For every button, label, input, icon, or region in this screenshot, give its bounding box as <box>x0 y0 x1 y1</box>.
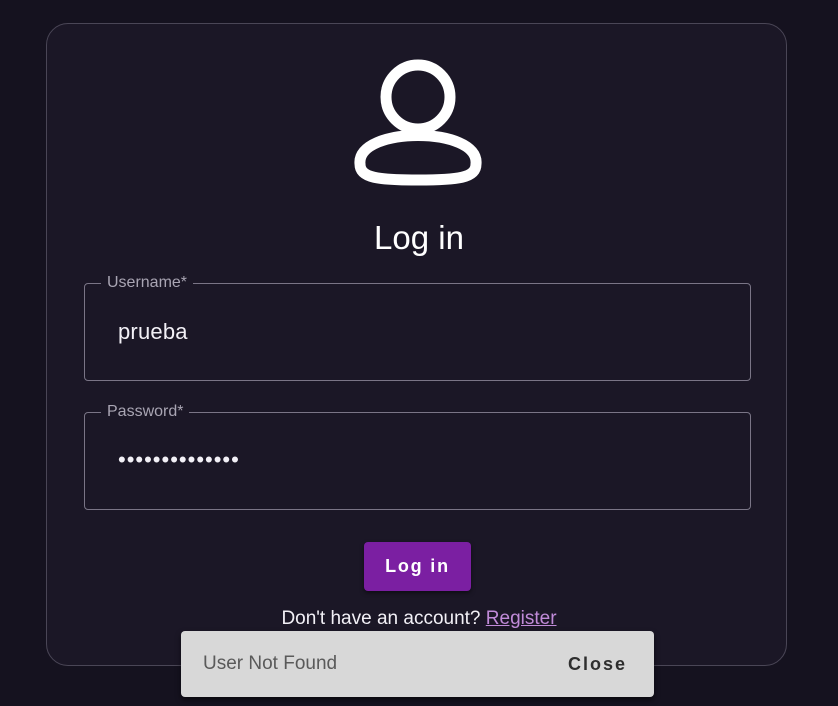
username-label: Username* <box>101 273 194 293</box>
snackbar-close-button[interactable]: Close <box>568 652 627 676</box>
register-prompt: Don't have an account? Register <box>0 607 838 631</box>
page-title: Log in <box>374 219 464 256</box>
password-field[interactable]: Password* •••••••••••••• <box>84 402 751 510</box>
login-button[interactable]: Log in <box>364 542 471 591</box>
username-input[interactable]: prueba <box>118 319 188 345</box>
password-input[interactable]: •••••••••••••• <box>118 447 240 473</box>
login-page: Log in Username* prueba Password* ••••••… <box>0 0 838 706</box>
username-field[interactable]: Username* prueba <box>84 273 751 381</box>
password-label: Password* <box>101 402 190 422</box>
snackbar-message: User Not Found <box>203 653 338 674</box>
snackbar: User Not Found Close <box>181 631 654 697</box>
register-prompt-text: Don't have an account? <box>281 608 481 629</box>
register-link[interactable]: Register <box>486 608 557 629</box>
user-icon <box>354 59 482 186</box>
